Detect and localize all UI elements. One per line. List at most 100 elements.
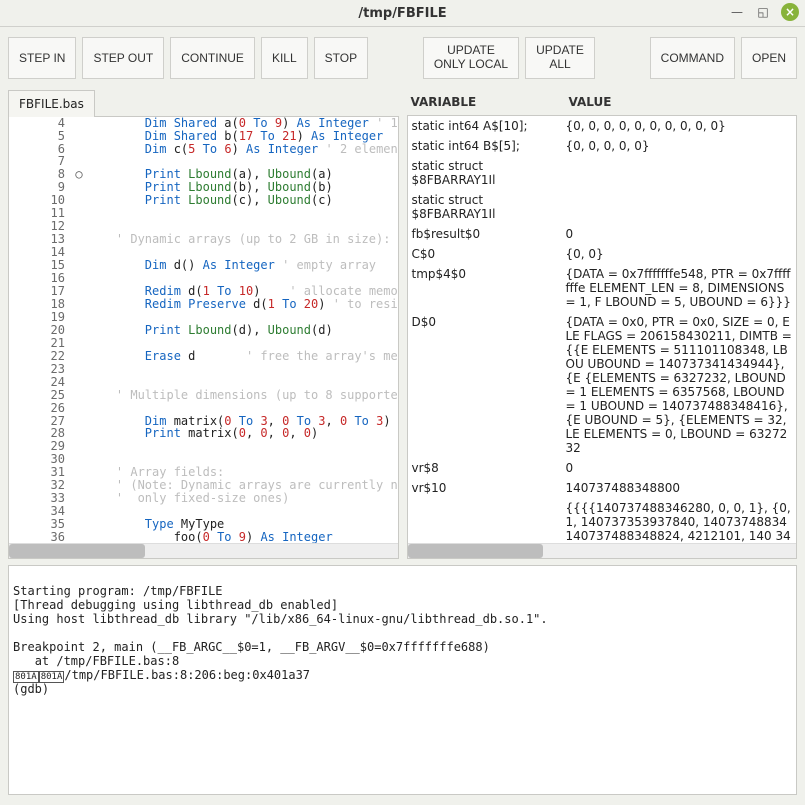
breakpoint-gutter[interactable] (71, 220, 87, 233)
breakpoint-gutter[interactable] (71, 440, 87, 453)
code-line[interactable]: 28 Print matrix(0, 0, 0, 0) (9, 427, 398, 440)
code-text (87, 220, 398, 233)
code-line[interactable]: 20 Print Lbound(d), Ubound(d) (9, 324, 398, 337)
variables-body[interactable]: static int64 A$[10];{0, 0, 0, 0, 0, 0, 0… (407, 116, 798, 559)
code-line[interactable]: 22 Erase d ' free the array's memory (9, 350, 398, 363)
breakpoint-gutter[interactable] (71, 143, 87, 156)
code-line[interactable]: 29 (9, 440, 398, 453)
code-line[interactable]: 14 (9, 246, 398, 259)
variable-row[interactable]: fb$result$00 (408, 224, 797, 244)
code-line[interactable]: 15 Dim d() As Integer ' empty array (9, 259, 398, 272)
breakpoint-gutter[interactable] (71, 298, 87, 311)
breakpoint-gutter[interactable] (71, 311, 87, 324)
breakpoint-gutter[interactable] (71, 324, 87, 337)
code-line[interactable]: 33 ' only fixed-size ones) (9, 492, 398, 505)
breakpoint-gutter[interactable] (71, 427, 87, 440)
variable-name: vr$8 (412, 461, 566, 475)
breakpoint-gutter[interactable] (71, 350, 87, 363)
variable-row[interactable]: C$0{0, 0} (408, 244, 797, 264)
code-line[interactable]: 13 ' Dynamic arrays (up to 2 GB in size)… (9, 233, 398, 246)
code-line[interactable]: 11 (9, 207, 398, 220)
breakpoint-gutter[interactable] (71, 492, 87, 505)
variable-name: fb$result$0 (412, 227, 566, 241)
breakpoint-gutter[interactable] (71, 466, 87, 479)
code-line[interactable]: 30 (9, 453, 398, 466)
breakpoint-gutter[interactable]: ○ (71, 168, 87, 181)
variable-row[interactable]: vr$80 (408, 458, 797, 478)
breakpoint-gutter[interactable] (71, 337, 87, 350)
code-line[interactable]: 12 (9, 220, 398, 233)
code-line[interactable]: 21 (9, 337, 398, 350)
minimize-icon[interactable]: — (729, 4, 745, 20)
code-line[interactable]: 17 Redim d(1 To 10) ' allocate memory fo… (9, 285, 398, 298)
col-value[interactable]: VALUE (565, 89, 798, 115)
breakpoint-gutter[interactable] (71, 117, 87, 130)
open-button[interactable]: OPEN (741, 37, 797, 79)
stop-button[interactable]: STOP (314, 37, 368, 79)
step-in-button[interactable]: STEP IN (8, 37, 76, 79)
code-line[interactable]: 6 Dim c(5 To 6) As Integer ' 2 elements (9, 143, 398, 156)
code-line[interactable]: 34 (9, 505, 398, 518)
code-line[interactable]: 9 Print Lbound(b), Ubound(b) (9, 181, 398, 194)
col-variable[interactable]: VARIABLE (407, 89, 565, 115)
breakpoint-gutter[interactable] (71, 402, 87, 415)
gdb-console[interactable]: Starting program: /tmp/FBFILE [Thread de… (8, 565, 797, 795)
update-all-l2: ALL (549, 57, 570, 71)
code-line[interactable]: 7 (9, 155, 398, 168)
code-line[interactable]: 18 Redim Preserve d(1 To 20) ' to resize… (9, 298, 398, 311)
code-line[interactable]: 25 ' Multiple dimensions (up to 8 suppor… (9, 389, 398, 402)
code-line[interactable]: 5 Dim Shared b(17 To 21) As Integer ' 10… (9, 130, 398, 143)
vars-hscrollbar[interactable] (408, 543, 797, 558)
step-out-button[interactable]: STEP OUT (82, 37, 164, 79)
breakpoint-gutter[interactable] (71, 518, 87, 531)
breakpoint-gutter[interactable] (71, 259, 87, 272)
code-line[interactable]: 8○ Print Lbound(a), Ubound(a) (9, 168, 398, 181)
tab-fbfile[interactable]: FBFILE.bas (8, 90, 95, 117)
update-local-button[interactable]: UPDATE ONLY LOCAL (423, 37, 519, 79)
code-line[interactable]: 16 (9, 272, 398, 285)
breakpoint-gutter[interactable] (71, 194, 87, 207)
code-line[interactable]: 4 Dim Shared a(0 To 9) As Integer ' 10 e… (9, 117, 398, 130)
maximize-icon[interactable]: ◱ (755, 4, 771, 20)
variable-row[interactable]: vr$10140737488348800 (408, 478, 797, 498)
breakpoint-gutter[interactable] (71, 389, 87, 402)
code-line[interactable]: 26 (9, 402, 398, 415)
variable-row[interactable]: D$0{DATA = 0x0, PTR = 0x0, SIZE = 0, ELE… (408, 312, 797, 458)
code-line[interactable]: 35 Type MyType (9, 518, 398, 531)
code-line[interactable]: 19 (9, 311, 398, 324)
breakpoint-gutter[interactable] (71, 453, 87, 466)
variable-name: static int64 B$[5]; (412, 139, 566, 153)
kill-button[interactable]: KILL (261, 37, 308, 79)
variable-row[interactable]: static struct $8FBARRAY1Il (408, 190, 797, 224)
command-button[interactable]: COMMAND (650, 37, 735, 79)
variable-row[interactable]: static struct $8FBARRAY1Il (408, 156, 797, 190)
breakpoint-gutter[interactable] (71, 376, 87, 389)
code-text: Print Lbound(c), Ubound(c) (87, 194, 398, 207)
code-line[interactable]: 31 ' Array fields: (9, 466, 398, 479)
variable-row[interactable]: static int64 B$[5];{0, 0, 0, 0, 0} (408, 136, 797, 156)
variable-row[interactable]: static int64 A$[10];{0, 0, 0, 0, 0, 0, 0… (408, 116, 797, 136)
source-view[interactable]: 4 Dim Shared a(0 To 9) As Integer ' 10 e… (8, 117, 399, 559)
breakpoint-gutter[interactable] (71, 181, 87, 194)
continue-button[interactable]: CONTINUE (170, 37, 255, 79)
breakpoint-gutter[interactable] (71, 285, 87, 298)
variable-name: C$0 (412, 247, 566, 261)
code-line[interactable]: 27 Dim matrix(0 To 3, 0 To 3, 0 To 3) As… (9, 415, 398, 428)
breakpoint-gutter[interactable] (71, 415, 87, 428)
breakpoint-gutter[interactable] (71, 272, 87, 285)
variable-row[interactable]: tmp$4$0{DATA = 0x7fffffffe548, PTR = 0x7… (408, 264, 797, 312)
breakpoint-gutter[interactable] (71, 207, 87, 220)
breakpoint-gutter[interactable] (71, 505, 87, 518)
close-icon[interactable]: × (781, 3, 799, 21)
update-all-button[interactable]: UPDATE ALL (525, 37, 595, 79)
code-line[interactable]: 10 Print Lbound(c), Ubound(c) (9, 194, 398, 207)
breakpoint-gutter[interactable] (71, 479, 87, 492)
breakpoint-gutter[interactable] (71, 130, 87, 143)
code-line[interactable]: 24 (9, 376, 398, 389)
breakpoint-gutter[interactable] (71, 246, 87, 259)
code-line[interactable]: 32 ' (Note: Dynamic arrays are currently… (9, 479, 398, 492)
breakpoint-gutter[interactable] (71, 233, 87, 246)
source-hscrollbar[interactable] (9, 543, 398, 558)
breakpoint-gutter[interactable] (71, 363, 87, 376)
code-line[interactable]: 23 (9, 363, 398, 376)
